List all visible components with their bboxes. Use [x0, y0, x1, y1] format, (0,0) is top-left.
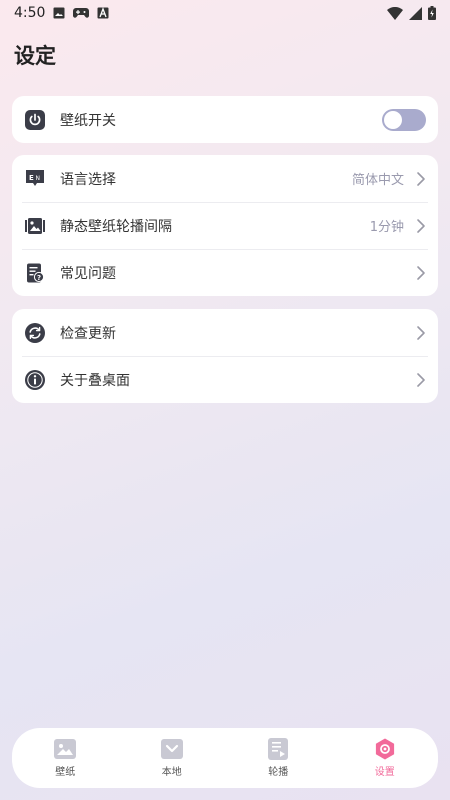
image-icon — [53, 7, 65, 19]
status-bar: 4:50 — [0, 0, 450, 26]
tab-settings[interactable]: 设置 — [345, 738, 425, 778]
general-settings-card: EN 语言选择 简体中文 静态壁纸轮播间隔 1分钟 ? 常见问题 — [12, 155, 438, 296]
local-icon — [160, 738, 183, 760]
font-icon — [97, 7, 109, 19]
svg-text:E: E — [29, 174, 34, 182]
about-row[interactable]: 关于叠桌面 — [12, 356, 438, 403]
settings-icon — [374, 738, 396, 760]
info-icon — [25, 369, 45, 390]
language-label: 语言选择 — [60, 171, 116, 188]
image-frame-icon — [25, 216, 45, 236]
refresh-icon — [25, 322, 45, 343]
tab-label: 壁纸 — [55, 767, 76, 778]
tab-local[interactable]: 本地 — [132, 738, 212, 778]
toggle-knob — [384, 110, 402, 129]
wallpaper-icon — [54, 738, 77, 760]
battery-charging-icon — [428, 6, 436, 20]
chevron-right-icon — [416, 218, 426, 234]
tab-label: 本地 — [161, 767, 182, 778]
signal-icon — [409, 6, 422, 20]
tab-carousel[interactable]: 轮播 — [238, 738, 318, 778]
wifi-icon — [387, 6, 403, 20]
wallpaper-switch-row[interactable]: 壁纸开关 — [12, 96, 438, 143]
language-en-icon: EN — [25, 169, 45, 189]
page-title: 设定 — [14, 44, 56, 68]
check-update-label: 检查更新 — [60, 325, 116, 342]
tab-label: 设置 — [374, 767, 395, 778]
interval-value: 1分钟 — [369, 220, 404, 235]
faq-icon: ? — [25, 263, 45, 283]
interval-label: 静态壁纸轮播间隔 — [60, 218, 172, 235]
svg-text:N: N — [36, 175, 41, 182]
chevron-right-icon — [416, 265, 426, 281]
faq-row[interactable]: ? 常见问题 — [12, 249, 438, 296]
chevron-right-icon — [416, 171, 426, 187]
wallpaper-switch-label: 壁纸开关 — [60, 112, 116, 129]
status-time: 4:50 — [14, 5, 46, 21]
tab-label: 轮播 — [268, 767, 289, 778]
gamepad-icon — [73, 7, 90, 19]
interval-row[interactable]: 静态壁纸轮播间隔 1分钟 — [12, 202, 438, 249]
language-row[interactable]: EN 语言选择 简体中文 — [12, 155, 438, 202]
bottom-tab-bar: 壁纸 本地 轮播 设置 — [12, 728, 438, 788]
power-icon — [25, 109, 45, 130]
about-label: 关于叠桌面 — [60, 372, 130, 389]
about-card: 检查更新 关于叠桌面 — [12, 309, 438, 403]
wallpaper-switch-toggle[interactable] — [382, 108, 426, 131]
chevron-right-icon — [416, 372, 426, 388]
svg-text:?: ? — [37, 274, 41, 282]
faq-label: 常见问题 — [60, 265, 116, 282]
wallpaper-switch-card: 壁纸开关 — [12, 96, 438, 143]
carousel-icon — [267, 738, 289, 760]
tab-wallpaper[interactable]: 壁纸 — [25, 738, 105, 778]
chevron-right-icon — [416, 325, 426, 341]
check-update-row[interactable]: 检查更新 — [12, 309, 438, 356]
language-value: 简体中文 — [351, 173, 404, 188]
